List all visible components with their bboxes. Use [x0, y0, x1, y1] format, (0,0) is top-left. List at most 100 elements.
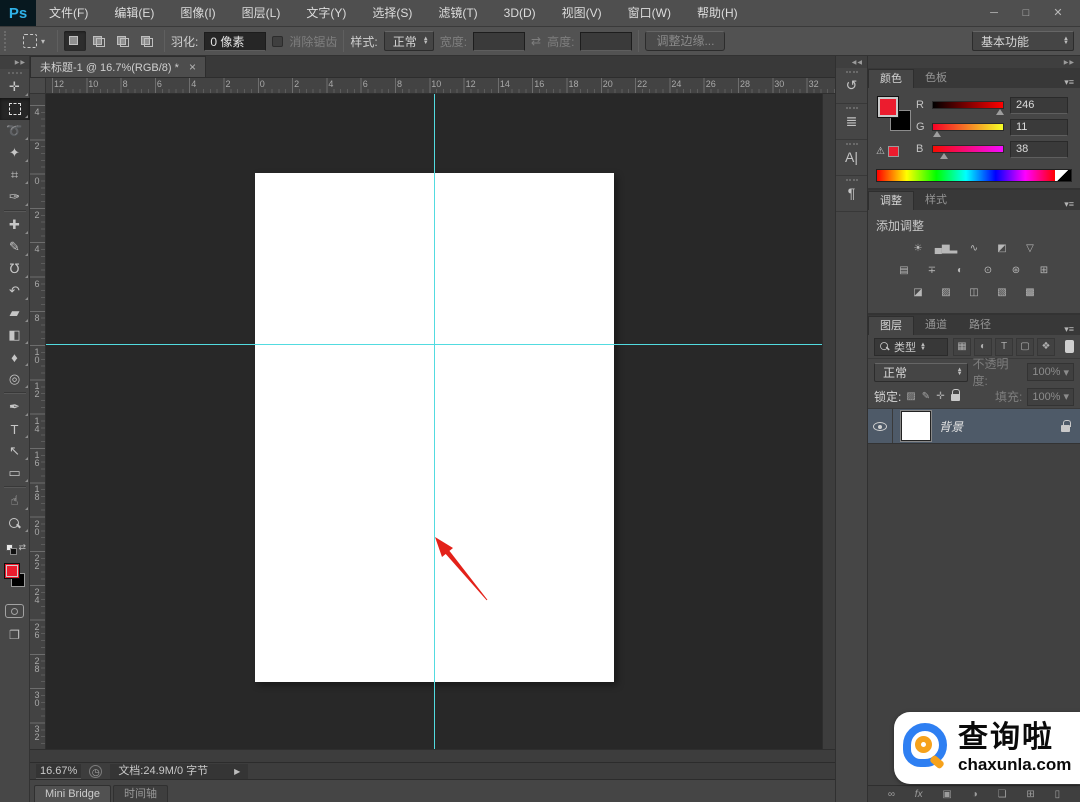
filter-pixel-layers-icon[interactable]: ▦ — [953, 337, 971, 356]
link-layers-icon[interactable]: ∞ — [888, 789, 895, 800]
horizontal-ruler[interactable]: 12 10 8 6 4 2 0 2 4 6 8 10 12 14 16 18 20 22 24 26 28 30 32 — [46, 78, 835, 94]
canvas[interactable] — [46, 94, 822, 749]
color-tab[interactable]: 颜色 — [868, 69, 914, 88]
character-panel-icon[interactable]: A| — [835, 140, 868, 176]
menu-item[interactable]: 文件(F) — [36, 0, 101, 26]
new-selection-button[interactable] — [64, 31, 87, 51]
maximize-button[interactable]: □ — [1012, 4, 1040, 22]
layers-tab[interactable]: 通道 — [914, 316, 958, 335]
fill-field[interactable]: 100% ▾ — [1027, 387, 1074, 406]
slider-thumb[interactable] — [996, 109, 1005, 115]
lock-transparency-icon[interactable]: ▨ — [906, 391, 915, 402]
adj-brightness-contrast[interactable]: ☀ — [906, 240, 930, 257]
toolbar-collapse-button[interactable]: ▶▶ — [0, 56, 29, 69]
adj-levels[interactable]: ▄▆▂ — [934, 240, 958, 257]
vertical-scrollbar[interactable] — [822, 94, 835, 749]
menu-item[interactable]: 视图(V) — [549, 0, 615, 26]
subtract-from-selection-button[interactable] — [112, 31, 134, 51]
menu-item[interactable]: 编辑(E) — [101, 0, 167, 26]
path-selection-tool[interactable]: ↖ — [0, 440, 30, 462]
history-panel-icon[interactable]: ↺ — [835, 68, 868, 104]
channel-value-field[interactable]: 246 — [1010, 96, 1068, 114]
menu-item[interactable]: 3D(D) — [491, 0, 549, 26]
adj-selective-color[interactable]: ▩ — [1018, 284, 1042, 301]
eyedropper-tool[interactable]: ✑ — [0, 186, 30, 208]
channel-slider[interactable] — [932, 145, 1004, 159]
tool-preset-picker[interactable]: ▾ — [17, 32, 51, 50]
layer-filter-toggle[interactable] — [1065, 340, 1074, 353]
blend-mode-select[interactable]: 正常 ▲ ▼ — [874, 362, 968, 382]
add-to-selection-button[interactable] — [88, 31, 110, 51]
workspace-select[interactable]: 基本功能 ▲ ▼ — [972, 31, 1074, 51]
adj-black-white[interactable]: ◐ — [948, 262, 972, 279]
new-adjustment-layer-icon[interactable]: ◑ — [972, 789, 978, 800]
clone-stamp-tool[interactable]: ℧ — [0, 258, 30, 280]
adj-posterize[interactable]: ▨ — [934, 284, 958, 301]
minimize-button[interactable]: ─ — [980, 4, 1008, 22]
adj-hue-saturation[interactable]: ▤ — [892, 262, 916, 279]
ruler-origin-corner[interactable] — [30, 78, 46, 94]
lock-paint-icon[interactable]: ✎ — [922, 391, 930, 402]
properties-panel-icon[interactable]: ≣ — [835, 104, 868, 140]
adj-gradient-map[interactable]: ▧ — [990, 284, 1014, 301]
zoom-tool[interactable] — [0, 512, 30, 534]
document-tab[interactable]: 未标题-1 @ 16.7%(RGB/8) * × — [30, 56, 206, 77]
pen-tool[interactable]: ✒ — [0, 396, 30, 418]
menu-item[interactable]: 文字(Y) — [293, 0, 359, 26]
intersect-selection-button[interactable] — [136, 31, 158, 51]
bottom-tab-mini-bridge[interactable]: Mini Bridge — [34, 785, 112, 802]
layer-visibility-toggle[interactable] — [868, 409, 893, 443]
panel-menu-icon[interactable]: ▾≡ — [1064, 196, 1080, 210]
width-input[interactable] — [473, 31, 526, 51]
paragraph-panel-icon[interactable]: ¶ — [835, 176, 868, 212]
new-group-icon[interactable]: ❏ — [998, 789, 1007, 800]
lock-all-icon[interactable] — [950, 389, 961, 404]
adj-exposure[interactable]: ◩ — [990, 240, 1014, 257]
close-button[interactable]: ✕ — [1044, 4, 1072, 22]
move-tool[interactable]: ✛ — [0, 76, 30, 98]
healing-brush-tool[interactable]: ✚ — [0, 214, 30, 236]
adj-color-balance[interactable]: ∓ — [920, 262, 944, 279]
crop-tool[interactable]: ⌗ — [0, 164, 30, 186]
foreground-swatch[interactable] — [877, 96, 899, 118]
menu-item[interactable]: 图像(I) — [167, 0, 228, 26]
delete-layer-icon[interactable]: ▯ — [1055, 789, 1061, 800]
layer-row-background[interactable]: 背景 — [868, 409, 1080, 444]
menu-item[interactable]: 选择(S) — [359, 0, 425, 26]
swap-colors-button[interactable]: ⇄ — [0, 542, 29, 558]
slider-thumb[interactable] — [939, 153, 948, 159]
layers-tab[interactable]: 路径 — [958, 316, 1002, 335]
adjustments-tab[interactable]: 样式 — [914, 191, 958, 210]
zoom-level-field[interactable]: 16.67% — [36, 763, 82, 779]
channel-value-field[interactable]: 38 — [1010, 140, 1068, 158]
dodge-tool[interactable]: ◎ — [0, 368, 30, 390]
adj-photo-filter[interactable]: ⊙ — [976, 262, 1000, 279]
menu-item[interactable]: 滤镜(T) — [425, 0, 490, 26]
adj-curves[interactable]: ∿ — [962, 240, 986, 257]
refine-edge-button[interactable]: 调整边缘... — [645, 31, 726, 51]
panel-menu-icon[interactable]: ▾≡ — [1064, 74, 1080, 88]
status-menu-arrow-icon[interactable]: ▶ — [234, 764, 240, 779]
slider-thumb[interactable] — [932, 131, 941, 137]
screen-mode-button[interactable]: ❐ — [9, 628, 20, 642]
color-spectrum-ramp[interactable] — [876, 169, 1072, 182]
panel-menu-icon[interactable]: ▾≡ — [1064, 321, 1080, 335]
menu-item[interactable]: 窗口(W) — [615, 0, 684, 26]
tab-close-icon[interactable]: × — [189, 60, 196, 74]
style-select[interactable]: 正常 ▲ ▼ — [383, 31, 434, 51]
gradient-tool[interactable]: ◧ — [0, 324, 30, 346]
adj-channel-mixer[interactable]: ⊛ — [1004, 262, 1028, 279]
opacity-field[interactable]: 100% ▾ — [1027, 363, 1074, 381]
adj-invert[interactable]: ◪ — [906, 284, 930, 301]
layer-thumbnail[interactable] — [900, 410, 932, 442]
panel-color-swatches[interactable] — [877, 96, 913, 136]
rectangle-tool[interactable]: ▭ — [0, 462, 30, 484]
channel-value-field[interactable]: 11 — [1010, 118, 1068, 136]
adj-vibrance[interactable]: ▽ — [1018, 240, 1042, 257]
channel-slider[interactable] — [932, 123, 1004, 137]
add-layer-mask-icon[interactable]: ▣ — [942, 789, 951, 800]
layer-style-icon[interactable]: fx — [915, 789, 923, 800]
horizontal-scrollbar[interactable] — [30, 749, 835, 762]
history-brush-tool[interactable]: ↶ — [0, 280, 30, 302]
adjustments-tab[interactable]: 调整 — [868, 191, 914, 210]
